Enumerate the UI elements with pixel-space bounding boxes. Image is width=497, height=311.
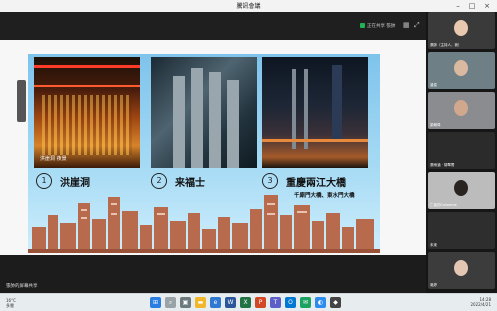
file-explorer-icon[interactable]: ▬ — [195, 297, 206, 308]
outlook-icon[interactable]: O — [285, 297, 296, 308]
item-name: 重慶兩江大橋 — [286, 177, 346, 189]
tower-shape — [191, 68, 203, 168]
item-number: 3 — [262, 173, 278, 189]
app-icon[interactable]: ◆ — [330, 297, 341, 308]
weather-widget[interactable]: 16°C 多雲 — [6, 298, 16, 308]
participant-name: 溫俊 — [430, 83, 437, 87]
meeting-toolbar: 正在共享 張帥 ▦ ⤢ — [0, 12, 426, 40]
photo-calligraphy: 洪崖洞 夜景 — [40, 156, 67, 162]
taskbar: 16°C 多雲 ⊞ ⌕ ▣ ▬ e W X P T O ✉ ◐ ◆ 14:28 … — [0, 293, 497, 311]
participant-tile[interactable]: 張雨涵 · 胡翠菁 — [428, 132, 495, 169]
bridge-pylon — [304, 69, 308, 149]
photo-bridge — [262, 57, 368, 168]
participants-panel: 張帥（主持人，我） 溫俊 梁朝偉 張雨涵 · 胡翠菁 亡者的Cokeenie 未… — [426, 12, 497, 293]
screen-share-indicator[interactable]: 正在共享 張帥 — [360, 23, 395, 29]
maximize-icon[interactable]: □ — [466, 1, 478, 11]
tower-shape — [209, 72, 221, 168]
participant-tile[interactable]: 亡者的Cokeenie — [428, 172, 495, 209]
participant-video — [454, 260, 468, 276]
weather-desc: 多雲 — [6, 303, 14, 308]
window-titlebar: 騰訊會議 – □ × — [0, 0, 497, 12]
caption-item-1: 1 洪崖洞 — [36, 172, 90, 190]
teams-icon[interactable]: T — [270, 297, 281, 308]
caption-item-3: 3 重慶兩江大橋 — [262, 172, 346, 190]
collapse-handle[interactable] — [17, 80, 26, 122]
share-status-text: 正在共享 張帥 — [367, 24, 396, 29]
shared-screen-stage: 洪崖洞 夜景 1 洪崖洞 2 来福士 3 重慶兩江大橋 千廝門大橋、東水門大橋 — [0, 40, 426, 255]
item-number: 1 — [36, 173, 52, 189]
item-number: 2 — [151, 173, 167, 189]
layout-icon[interactable]: ▦ — [403, 22, 410, 29]
participant-video — [454, 180, 468, 196]
window-title: 騰訊會議 — [236, 3, 261, 10]
participant-video — [454, 100, 468, 116]
item-name: 来福士 — [175, 177, 205, 189]
stage-footer: 張帥的屏幕共享 — [0, 255, 426, 293]
participant-tile[interactable]: 張帥（主持人，我） — [428, 12, 495, 49]
photo-raffles — [151, 57, 257, 168]
tower-shape — [173, 76, 185, 168]
photo-hongyadong: 洪崖洞 夜景 — [34, 57, 140, 168]
word-icon[interactable]: W — [225, 297, 236, 308]
taskbar-apps: ⊞ ⌕ ▣ ▬ e W X P T O ✉ ◐ ◆ — [150, 297, 341, 309]
tower-shape — [227, 80, 239, 168]
participant-name: 張帥（主持人，我） — [430, 43, 462, 47]
caption-item-2: 2 来福士 — [151, 172, 205, 190]
participant-video — [454, 60, 468, 76]
item-name: 洪崖洞 — [60, 177, 90, 189]
system-tray[interactable]: 14:28 2022/4/21 — [470, 297, 491, 307]
clock-date: 2022/4/21 — [470, 302, 491, 307]
participant-tile[interactable]: 吳婷 — [428, 252, 495, 289]
participant-tile[interactable]: 梁朝偉 — [428, 92, 495, 129]
participant-video — [454, 20, 468, 36]
search-icon[interactable]: ⌕ — [165, 297, 176, 308]
presenter-label: 張帥的屏幕共享 — [6, 284, 38, 289]
bridge-deck — [262, 139, 368, 142]
participant-name: 未來 — [430, 243, 437, 247]
participant-tile[interactable]: 溫俊 — [428, 52, 495, 89]
wechat-icon[interactable]: ✉ — [300, 297, 311, 308]
start-icon[interactable]: ⊞ — [150, 297, 161, 308]
edge-icon[interactable]: e — [210, 297, 221, 308]
participant-name: 吳婷 — [430, 283, 437, 287]
presentation-slide: 洪崖洞 夜景 1 洪崖洞 2 来福士 3 重慶兩江大橋 千廝門大橋、東水門大橋 — [28, 54, 380, 253]
skyline-illustration — [28, 195, 380, 253]
participant-tile[interactable]: 未來 — [428, 212, 495, 249]
photo-bridge-shape — [34, 65, 140, 87]
share-status-icon — [360, 23, 365, 28]
minimize-icon[interactable]: – — [452, 1, 464, 11]
participant-name: 亡者的Cokeenie — [430, 203, 457, 207]
participant-name: 張雨涵 · 胡翠菁 — [430, 163, 455, 167]
close-icon[interactable]: × — [481, 1, 493, 11]
bridge-pylon — [292, 69, 296, 149]
taskview-icon[interactable]: ▣ — [180, 297, 191, 308]
fullscreen-icon[interactable]: ⤢ — [414, 22, 420, 29]
tencent-meeting-icon[interactable]: ◐ — [315, 297, 326, 308]
skyscraper-shape — [332, 65, 342, 140]
excel-icon[interactable]: X — [240, 297, 251, 308]
photo-lights-shape — [42, 95, 132, 155]
powerpoint-icon[interactable]: P — [255, 297, 266, 308]
participant-name: 梁朝偉 — [430, 123, 441, 127]
